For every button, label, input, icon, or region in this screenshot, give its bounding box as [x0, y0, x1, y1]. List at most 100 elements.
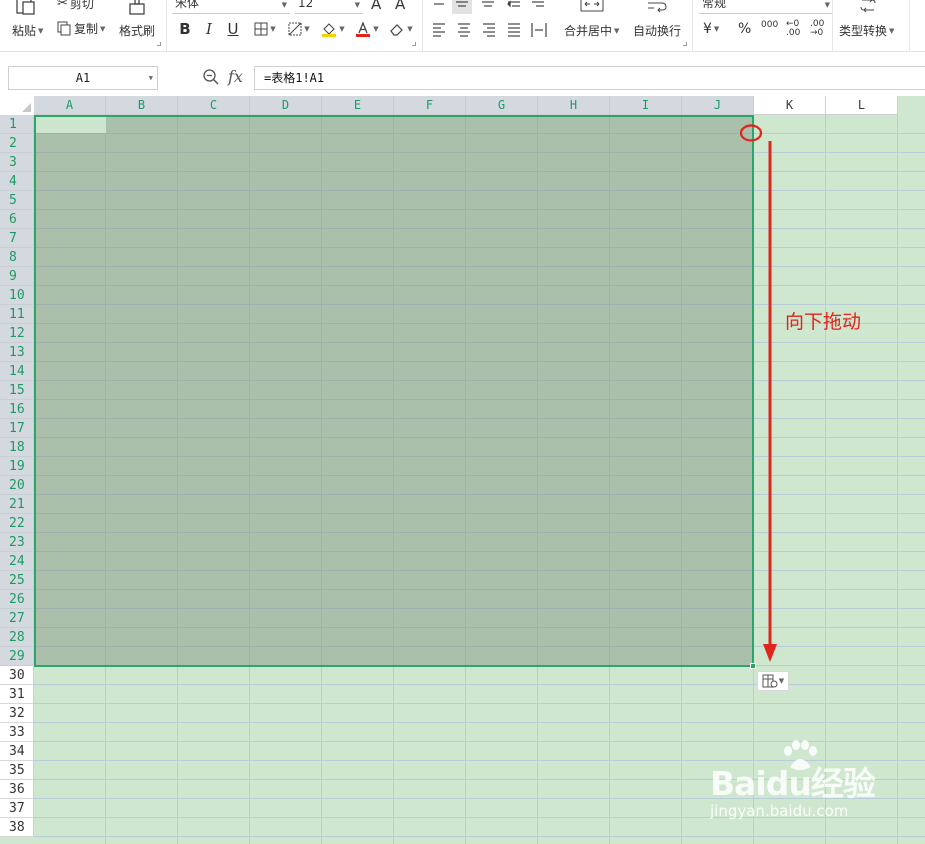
row-header-15[interactable]: 15: [0, 381, 34, 400]
selected-range[interactable]: [34, 115, 754, 667]
cut-button[interactable]: ✂ 剪切: [57, 0, 94, 12]
row-header-10[interactable]: 10: [0, 286, 34, 305]
merge-center-button[interactable]: 合并居中 ▼: [564, 22, 619, 39]
increase-decimal-button[interactable]: ←0.00: [786, 20, 800, 38]
row-header-26[interactable]: 26: [0, 590, 34, 609]
row-header-13[interactable]: 13: [0, 343, 34, 362]
shrink-font-button[interactable]: A: [395, 0, 405, 13]
row-header-35[interactable]: 35: [0, 761, 34, 780]
fill-color-button[interactable]: ▼: [318, 19, 348, 39]
column-header-h[interactable]: H: [538, 96, 610, 115]
row-header-38[interactable]: 38: [0, 818, 34, 837]
row-header-24[interactable]: 24: [0, 552, 34, 571]
row-header-29[interactable]: 29: [0, 647, 34, 666]
row-header-16[interactable]: 16: [0, 400, 34, 419]
row-header-23[interactable]: 23: [0, 533, 34, 552]
row-header-3[interactable]: 3: [0, 153, 34, 172]
row-header-1[interactable]: 1: [0, 115, 34, 134]
fill-handle[interactable]: [750, 663, 756, 669]
insert-function-button[interactable]: fx: [228, 67, 243, 86]
row-header-8[interactable]: 8: [0, 248, 34, 267]
wrap-icon-wrap[interactable]: [646, 0, 668, 14]
group-launcher-icon[interactable]: [412, 42, 416, 46]
row-header-28[interactable]: 28: [0, 628, 34, 647]
column-header-f[interactable]: F: [394, 96, 466, 115]
wrap-text-button[interactable]: 自动换行: [633, 22, 681, 39]
scissors-icon: ✂: [57, 0, 68, 11]
thousands-button[interactable]: 000: [761, 20, 778, 30]
clear-button[interactable]: ▼: [386, 19, 416, 39]
column-header-e[interactable]: E: [322, 96, 394, 115]
row-header-36[interactable]: 36: [0, 780, 34, 799]
select-all-triangle-icon: [22, 103, 31, 112]
bold-button[interactable]: B: [175, 19, 195, 39]
column-header-g[interactable]: G: [466, 96, 538, 115]
font-size-select[interactable]: 12 ▼: [295, 0, 363, 14]
row-header-18[interactable]: 18: [0, 438, 34, 457]
row-header-6[interactable]: 6: [0, 210, 34, 229]
formula-input[interactable]: =表格1!A1: [254, 66, 925, 90]
column-header-b[interactable]: B: [106, 96, 178, 115]
row-header-17[interactable]: 17: [0, 419, 34, 438]
paste-button[interactable]: [14, 0, 40, 16]
borders-button[interactable]: ▼: [250, 19, 280, 39]
row-header-31[interactable]: 31: [0, 685, 34, 704]
paste-menu[interactable]: 粘贴 ▼: [12, 22, 43, 39]
italic-button[interactable]: I: [199, 19, 219, 39]
name-box-value: A1: [75, 71, 91, 85]
number-format-select[interactable]: 常规 ▼: [699, 0, 833, 14]
row-header-2[interactable]: 2: [0, 134, 34, 153]
decrease-decimal-button[interactable]: .00 →0: [810, 20, 824, 38]
copy-button[interactable]: 复制 ▼: [57, 20, 105, 37]
select-all-button[interactable]: [0, 96, 34, 115]
column-header-d[interactable]: D: [250, 96, 322, 115]
column-header-j[interactable]: J: [682, 96, 754, 115]
row-header-22[interactable]: 22: [0, 514, 34, 533]
underline-button[interactable]: U: [223, 19, 243, 39]
column-header-l[interactable]: L: [826, 96, 898, 115]
font-color-button[interactable]: ▼: [352, 19, 382, 39]
merge-icon-wrap[interactable]: [580, 0, 604, 14]
paste-options-button[interactable]: ▼: [757, 671, 789, 691]
active-cell[interactable]: [36, 117, 106, 133]
currency-button[interactable]: ¥ ▼: [703, 21, 719, 37]
group-launcher-icon[interactable]: [683, 42, 687, 46]
type-convert-button[interactable]: 类型转换 ▼: [839, 22, 894, 39]
row-header-34[interactable]: 34: [0, 742, 34, 761]
fill-pattern-button[interactable]: ▼: [284, 19, 314, 39]
row-header-14[interactable]: 14: [0, 362, 34, 381]
type-convert-icon-wrap[interactable]: [858, 0, 878, 14]
column-header-k[interactable]: K: [754, 96, 826, 115]
row-header-25[interactable]: 25: [0, 571, 34, 590]
row-header-7[interactable]: 7: [0, 229, 34, 248]
row-header-32[interactable]: 32: [0, 704, 34, 723]
decrease-decimal-arrow-icon: →0: [810, 28, 824, 38]
row-header-33[interactable]: 33: [0, 723, 34, 742]
row-header-4[interactable]: 4: [0, 172, 34, 191]
row-header-5[interactable]: 5: [0, 191, 34, 210]
row-header-20[interactable]: 20: [0, 476, 34, 495]
fx-label: fx: [228, 67, 243, 86]
group-launcher-icon[interactable]: [157, 42, 161, 46]
row-header-12[interactable]: 12: [0, 324, 34, 343]
row-header-11[interactable]: 11: [0, 305, 34, 324]
grow-font-button[interactable]: A: [371, 0, 381, 13]
format-painter-button[interactable]: 格式刷: [119, 22, 155, 39]
row-header-37[interactable]: 37: [0, 799, 34, 818]
font-name-select[interactable]: 宋体 ▼: [172, 0, 290, 14]
row-header-30[interactable]: 30: [0, 666, 34, 685]
wrap-text-icon: [648, 2, 667, 13]
row-header-27[interactable]: 27: [0, 609, 34, 628]
name-box[interactable]: A1 ▼: [8, 66, 158, 90]
row-header-21[interactable]: 21: [0, 495, 34, 514]
column-header-i[interactable]: I: [610, 96, 682, 115]
zoom-icon[interactable]: [202, 68, 220, 86]
row-header-9[interactable]: 9: [0, 267, 34, 286]
format-painter-icon-wrap[interactable]: [127, 0, 147, 16]
row-header-19[interactable]: 19: [0, 457, 34, 476]
column-header-c[interactable]: C: [178, 96, 250, 115]
type-convert-label: 类型转换: [839, 24, 888, 38]
column-header-a[interactable]: A: [34, 96, 106, 115]
chevron-down-icon: ▼: [713, 25, 720, 33]
percent-button[interactable]: %: [738, 21, 751, 37]
